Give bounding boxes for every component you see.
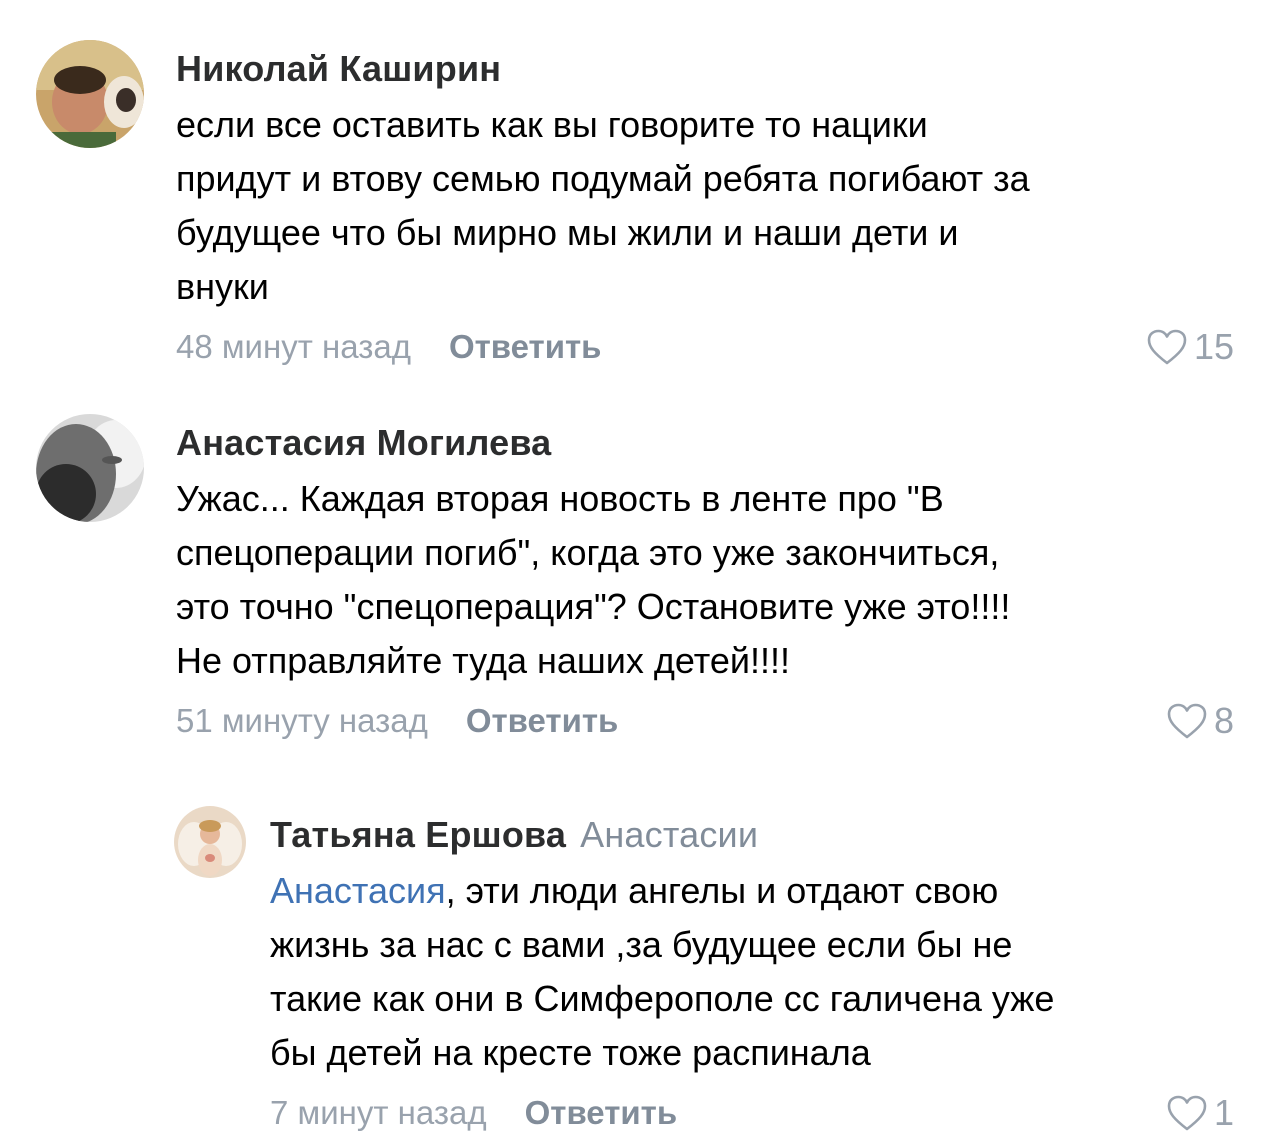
avatar[interactable] bbox=[36, 40, 144, 148]
like-button[interactable]: 1 bbox=[1166, 1092, 1234, 1134]
avatar[interactable] bbox=[36, 414, 144, 522]
like-button[interactable]: 8 bbox=[1166, 700, 1234, 742]
avatar-photo-icon bbox=[36, 40, 144, 148]
comment-text-line: будущее что бы мирно мы жили и наши дети… bbox=[176, 212, 959, 253]
avatar-angel-icon bbox=[174, 806, 246, 878]
comment-text-line: бы детей на кресте тоже распинала bbox=[270, 1032, 871, 1073]
comment-meta: 48 минут назад Ответить bbox=[176, 328, 601, 366]
comment-text-line: внуки bbox=[176, 266, 269, 307]
comment-meta: 51 минуту назад Ответить bbox=[176, 702, 618, 740]
reply-button[interactable]: Ответить bbox=[466, 702, 619, 739]
heart-outline-icon bbox=[1167, 1095, 1207, 1131]
comment-text-line: Анастасия, эти люди ангелы и отдают свою bbox=[270, 864, 1054, 918]
reply-to-name[interactable]: Анастасии bbox=[580, 814, 758, 855]
comment-text-line: жизнь за нас с вами ,за будущее если бы … bbox=[270, 924, 1013, 965]
comment-timestamp: 48 минут назад bbox=[176, 328, 411, 365]
comment-text-line: это точно "спецоперация"? Остановите уже… bbox=[176, 586, 1011, 627]
comment-author[interactable]: Анастасия Могилева bbox=[176, 422, 551, 464]
comment-text-line: Не отправляйте туда наших детей!!!! bbox=[176, 640, 790, 681]
like-button[interactable]: 15 bbox=[1146, 326, 1234, 368]
comment-timestamp: 7 минут назад bbox=[270, 1094, 487, 1131]
comment-text: Анастасия, эти люди ангелы и отдают свою… bbox=[270, 864, 1054, 1080]
comment-author-name[interactable]: Татьяна Ершова bbox=[270, 814, 566, 855]
avatar[interactable] bbox=[174, 806, 246, 878]
reply-button[interactable]: Ответить bbox=[449, 328, 602, 365]
reply-button[interactable]: Ответить bbox=[525, 1094, 678, 1131]
comment-meta: 7 минут назад Ответить bbox=[270, 1094, 677, 1132]
comment-text-line: Ужас... Каждая вторая новость в ленте пр… bbox=[176, 478, 944, 519]
avatar-photo-icon bbox=[36, 414, 144, 522]
comment-timestamp: 51 минуту назад bbox=[176, 702, 428, 739]
comment-text-line: спецоперации погиб", когда это уже закон… bbox=[176, 532, 1000, 573]
comment-author: Татьяна Ершова Анастасии bbox=[270, 814, 758, 856]
like-count: 1 bbox=[1213, 1092, 1234, 1133]
comment-text: Ужас... Каждая вторая новость в ленте пр… bbox=[176, 472, 1010, 688]
comment-text-line: придут и втову семью подумай ребята поги… bbox=[176, 158, 1030, 199]
comment-text-line: если все оставить как вы говорите то нац… bbox=[176, 104, 928, 145]
heart-outline-icon bbox=[1147, 329, 1187, 365]
like-count: 15 bbox=[1193, 326, 1234, 367]
comment-text-line: такие как они в Симферополе сс галичена … bbox=[270, 978, 1055, 1019]
comment-text-fragment: , эти люди ангелы и отдают свою bbox=[445, 870, 999, 911]
comment-author[interactable]: Николай Каширин bbox=[176, 48, 501, 90]
like-count: 8 bbox=[1213, 700, 1234, 741]
mention-link[interactable]: Анастасия bbox=[270, 870, 446, 911]
heart-outline-icon bbox=[1167, 703, 1207, 739]
comment-text: если все оставить как вы говорите то нац… bbox=[176, 98, 1030, 314]
